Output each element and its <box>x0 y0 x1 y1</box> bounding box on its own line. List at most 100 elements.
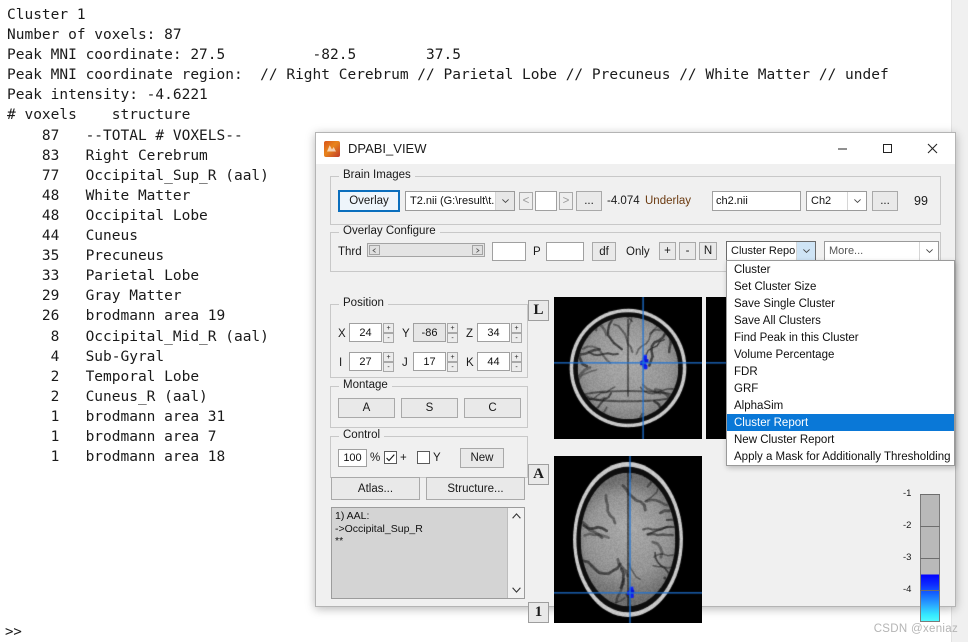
thrd-label: Thrd <box>338 246 362 258</box>
aal-listbox-text: 1) AAL: ->Occipital_Sup_R ** <box>335 510 506 548</box>
cluster-report-combo[interactable]: Cluster Report <box>726 241 816 261</box>
command-prompt: >> <box>5 624 22 640</box>
position-label: Position <box>339 297 388 309</box>
minus-button[interactable]: - <box>679 242 696 260</box>
slider-thumb-left[interactable] <box>369 245 380 255</box>
plus-checkbox-label: + <box>400 452 407 464</box>
close-button[interactable] <box>910 133 955 163</box>
plus-button[interactable]: + <box>659 242 676 260</box>
k-spinner-up[interactable]: + <box>511 352 522 362</box>
p-value-input[interactable] <box>546 242 584 261</box>
overlay-button[interactable]: Overlay <box>338 190 400 212</box>
window-titlebar[interactable]: DPABI_VIEW <box>316 133 955 165</box>
overlay-configure-label: Overlay Configure <box>339 225 440 237</box>
minimize-button[interactable] <box>820 133 865 163</box>
menu-item-alphasim[interactable]: AlphaSim <box>727 397 954 414</box>
i-spinner-down[interactable]: - <box>383 362 394 372</box>
menu-item-cluster-report[interactable]: Cluster Report <box>727 414 954 431</box>
menu-item-set-cluster-size[interactable]: Set Cluster Size <box>727 278 954 295</box>
window-title: DPABI_VIEW <box>348 141 427 156</box>
brain-coronal-view[interactable] <box>554 297 702 439</box>
scroll-down-icon[interactable] <box>508 582 524 598</box>
plus-checkbox[interactable] <box>384 451 397 464</box>
montage-label: Montage <box>339 379 392 391</box>
k-spinner-down[interactable]: - <box>511 362 522 372</box>
y-label: Y <box>402 328 410 340</box>
orient-left-marker: L <box>528 300 549 321</box>
z-spinner-up[interactable]: + <box>511 323 522 333</box>
overlay-next-button[interactable]: > <box>559 192 573 210</box>
underlay-preset-combo[interactable]: Ch2 <box>806 191 867 211</box>
x-input[interactable]: 24 <box>349 323 382 342</box>
y-checkbox[interactable] <box>417 451 430 464</box>
y-input[interactable]: -86 <box>413 323 446 342</box>
menu-item-cluster[interactable]: Cluster <box>727 261 954 278</box>
k-input[interactable]: 44 <box>477 352 510 371</box>
x-spinner-down[interactable]: - <box>383 333 394 343</box>
new-button[interactable]: New <box>460 448 504 468</box>
i-input[interactable]: 27 <box>349 352 382 371</box>
colorbar-tick-0: -1 <box>903 488 911 499</box>
scroll-up-icon[interactable] <box>508 508 524 524</box>
more-combo[interactable]: More... <box>824 241 939 261</box>
cluster-report-combo-value: Cluster Report <box>731 245 802 257</box>
underlay-value: 99 <box>914 194 928 208</box>
thrd-value-input[interactable] <box>492 242 526 261</box>
underlay-label: Underlay <box>645 195 691 207</box>
aal-listbox[interactable]: 1) AAL: ->Occipital_Sup_R ** <box>331 507 525 599</box>
n-button[interactable]: N <box>699 242 717 260</box>
zoom-input[interactable]: 100 <box>338 449 367 467</box>
matlab-app-icon <box>324 141 340 157</box>
overlay-browse-button[interactable]: ... <box>576 191 602 211</box>
chevron-down-icon <box>919 242 938 260</box>
z-input[interactable]: 34 <box>477 323 510 342</box>
j-spinner-up[interactable]: + <box>447 352 458 362</box>
colorbar-panel: -1 -2 -3 -4 <box>920 494 940 622</box>
j-spinner-down[interactable]: - <box>447 362 458 372</box>
menu-item-new-cluster-report[interactable]: New Cluster Report <box>727 431 954 448</box>
j-label: J <box>402 357 408 369</box>
structure-button[interactable]: Structure... <box>426 477 525 500</box>
aal-listbox-scrollbar[interactable] <box>507 508 524 598</box>
menu-item-save-single-cluster[interactable]: Save Single Cluster <box>727 295 954 312</box>
cluster-report-dropdown-menu[interactable]: Cluster Set Cluster Size Save Single Clust… <box>726 260 955 466</box>
z-label: Z <box>466 328 473 340</box>
atlas-button[interactable]: Atlas... <box>331 477 420 500</box>
menu-item-save-all-clusters[interactable]: Save All Clusters <box>727 312 954 329</box>
coronal-canvas <box>554 297 702 439</box>
more-combo-value: More... <box>829 245 863 257</box>
orient-anterior-marker: A <box>528 464 549 485</box>
underlay-file-input[interactable]: ch2.nii <box>712 191 801 211</box>
menu-item-apply-a-mask-for-additionally-thresholding[interactable]: Apply a Mask for Additionally Thresholdi… <box>727 448 954 465</box>
i-spinner-up[interactable]: + <box>383 352 394 362</box>
j-input[interactable]: 17 <box>413 352 446 371</box>
overlay-index-input[interactable] <box>535 191 557 211</box>
menu-item-find-peak-in-this-cluster[interactable]: Find Peak in this Cluster <box>727 329 954 346</box>
brain-axial-view[interactable] <box>554 456 702 623</box>
x-spinner-up[interactable]: + <box>383 323 394 333</box>
montage-axial-button[interactable]: A <box>338 398 395 418</box>
maximize-button[interactable] <box>865 133 910 163</box>
colorbar-tick-1: -2 <box>903 520 911 531</box>
menu-item-grf[interactable]: GRF <box>727 380 954 397</box>
montage-coronal-button[interactable]: C <box>464 398 521 418</box>
z-spinner-down[interactable]: - <box>511 333 522 343</box>
chevron-down-icon <box>796 242 815 260</box>
y-spinner-down[interactable]: - <box>447 333 458 343</box>
y-checkbox-label: Y <box>433 452 441 464</box>
slider-thumb-right[interactable] <box>472 245 483 255</box>
menu-item-volume-percentage[interactable]: Volume Percentage <box>727 346 954 363</box>
overlay-file-value: T2.nii (G:\result\t... <box>410 195 500 207</box>
menu-item-fdr[interactable]: FDR <box>727 363 954 380</box>
overlay-prev-button[interactable]: < <box>519 192 533 210</box>
underlay-browse-button[interactable]: ... <box>872 191 898 211</box>
only-label: Only <box>626 246 650 258</box>
p-label: P <box>533 246 541 258</box>
threshold-slider[interactable] <box>367 243 485 257</box>
overlay-file-combo[interactable]: T2.nii (G:\result\t... <box>405 191 515 211</box>
k-label: K <box>466 357 474 369</box>
y-spinner-up[interactable]: + <box>447 323 458 333</box>
df-button[interactable]: df <box>592 242 616 261</box>
montage-sagittal-button[interactable]: S <box>401 398 458 418</box>
x-label: X <box>338 328 346 340</box>
